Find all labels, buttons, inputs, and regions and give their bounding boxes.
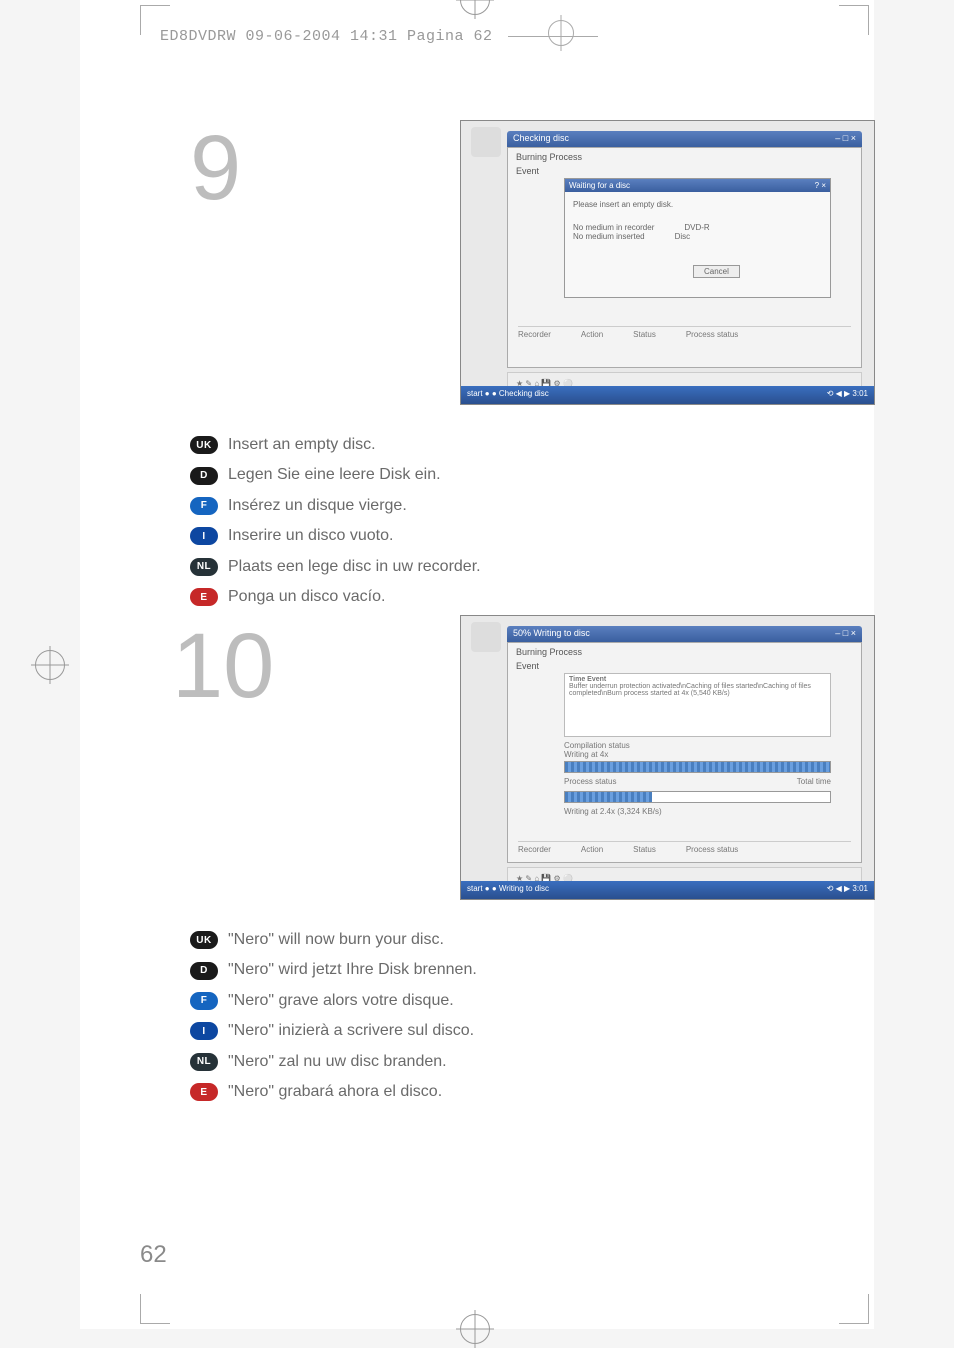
process-status-label: Process status xyxy=(686,845,738,854)
total-time-label: Total time xyxy=(797,777,831,786)
crop-mark xyxy=(839,5,869,35)
app-logo xyxy=(471,127,501,157)
status-label: Status xyxy=(633,330,656,339)
dialog-medium-label: No medium in recorder xyxy=(573,223,654,232)
instr-uk-10: "Nero" will now burn your disc. xyxy=(228,925,444,955)
window-body: Burning Process Event Time Event Buffer … xyxy=(507,642,862,863)
dialog-disc-label: Disc xyxy=(675,232,691,241)
dialog-message: Please insert an empty disk. xyxy=(573,200,822,209)
event-label: Event xyxy=(508,657,861,671)
instructions-step-10: UK "Nero" will now burn your disc. D "Nero… xyxy=(190,925,590,1107)
screenshot-writing-disc: 50% Writing to disc – □ × Burning Proces… xyxy=(460,615,875,900)
badge-d: D xyxy=(190,962,218,980)
step-number-9: 9 xyxy=(190,122,241,214)
progress-compilation xyxy=(564,761,831,773)
crop-mark xyxy=(140,1294,170,1324)
waiting-dialog: Waiting for a disc ? × Please insert an … xyxy=(564,178,831,298)
badge-nl: NL xyxy=(190,558,218,576)
taskbar-left: start ● ● Checking disc xyxy=(467,389,549,401)
compilation-label: Compilation status xyxy=(564,741,630,750)
crop-mark xyxy=(839,1294,869,1324)
badge-uk: UK xyxy=(190,436,218,454)
action-label: Action xyxy=(581,330,603,339)
writing-speed-24: Writing at 2.4x (3,324 KB/s) xyxy=(564,807,662,816)
instr-uk-9: Insert an empty disc. xyxy=(228,430,376,460)
page-number: 62 xyxy=(140,1241,167,1269)
taskbar-right: ⟲ ◀ ▶ 3:01 xyxy=(827,884,868,896)
instr-i-10: "Nero" inizierà a scrivere sul disco. xyxy=(228,1016,474,1046)
cancel-button[interactable]: Cancel xyxy=(693,265,740,278)
instr-nl-9: Plaats een lege disc in uw recorder. xyxy=(228,552,481,582)
window-titlebar: 50% Writing to disc – □ × xyxy=(507,626,862,642)
badge-f: F xyxy=(190,992,218,1010)
taskbar-left: start ● ● Writing to disc xyxy=(467,884,549,896)
taskbar-right: ⟲ ◀ ▶ 3:01 xyxy=(827,389,868,401)
taskbar: start ● ● Writing to disc ⟲ ◀ ▶ 3:01 xyxy=(461,881,874,899)
burning-process-label: Burning Process xyxy=(508,148,861,162)
log-rows: Buffer underrun protection activated\nCa… xyxy=(569,683,826,697)
badge-uk: UK xyxy=(190,931,218,949)
window-title: 50% Writing to disc xyxy=(513,628,590,640)
badge-i: I xyxy=(190,1022,218,1040)
window-buttons: – □ × xyxy=(835,133,856,145)
instr-d-9: Legen Sie eine leere Disk ein. xyxy=(228,460,441,490)
app-logo xyxy=(471,622,501,652)
registration-mark xyxy=(460,1314,490,1344)
window-title: Checking disc xyxy=(513,133,569,145)
badge-e: E xyxy=(190,588,218,606)
action-label: Action xyxy=(581,845,603,854)
dialog-close[interactable]: ? × xyxy=(815,181,826,190)
event-log: Time Event Buffer underrun protection ac… xyxy=(564,673,831,737)
screenshot-insert-disc: Checking disc – □ × Burning Process Even… xyxy=(460,120,875,405)
badge-nl: NL xyxy=(190,1053,218,1071)
process-status-label: Process status xyxy=(564,777,616,786)
burning-process-label: Burning Process xyxy=(508,643,861,657)
instr-d-10: "Nero" wird jetzt Ihre Disk brennen. xyxy=(228,955,477,985)
registration-mark xyxy=(35,650,65,680)
page: ED8DVDRW 09-06-2004 14:31 Pagina 62 9 Ch… xyxy=(80,0,874,1329)
badge-d: D xyxy=(190,467,218,485)
dialog-inserted-label: No medium inserted xyxy=(573,232,645,241)
dialog-medium-type: DVD-R xyxy=(684,223,709,232)
recorder-label: Recorder xyxy=(518,845,551,854)
instr-f-10: "Nero" grave alors votre disque. xyxy=(228,986,454,1016)
badge-e: E xyxy=(190,1083,218,1101)
instr-i-9: Inserire un disco vuoto. xyxy=(228,521,393,551)
taskbar: start ● ● Checking disc ⟲ ◀ ▶ 3:01 xyxy=(461,386,874,404)
progress-total xyxy=(564,791,831,803)
step-number-10: 10 xyxy=(172,620,274,712)
header-slug: ED8DVDRW 09-06-2004 14:31 Pagina 62 xyxy=(160,28,493,45)
badge-f: F xyxy=(190,497,218,515)
window-titlebar: Checking disc – □ × xyxy=(507,131,862,147)
instr-e-10: "Nero" grabará ahora el disco. xyxy=(228,1077,442,1107)
instructions-step-9: UK Insert an empty disc. D Legen Sie eine … xyxy=(190,430,590,612)
instr-e-9: Ponga un disco vacío. xyxy=(228,582,385,612)
instr-nl-10: "Nero" zal nu uw disc branden. xyxy=(228,1047,447,1077)
log-header: Time Event xyxy=(569,676,826,683)
recorder-label: Recorder xyxy=(518,330,551,339)
window-buttons: – □ × xyxy=(835,628,856,640)
writing-speed: Writing at 4x xyxy=(564,750,608,759)
instr-f-9: Insérez un disque vierge. xyxy=(228,491,407,521)
process-status-label: Process status xyxy=(686,330,738,339)
fold-indicator xyxy=(548,20,574,46)
event-label: Event xyxy=(508,162,861,176)
dialog-title: Waiting for a disc xyxy=(569,181,630,190)
status-label: Status xyxy=(633,845,656,854)
badge-i: I xyxy=(190,527,218,545)
window-body: Burning Process Event Waiting for a disc… xyxy=(507,147,862,368)
print-header: ED8DVDRW 09-06-2004 14:31 Pagina 62 xyxy=(160,28,598,45)
